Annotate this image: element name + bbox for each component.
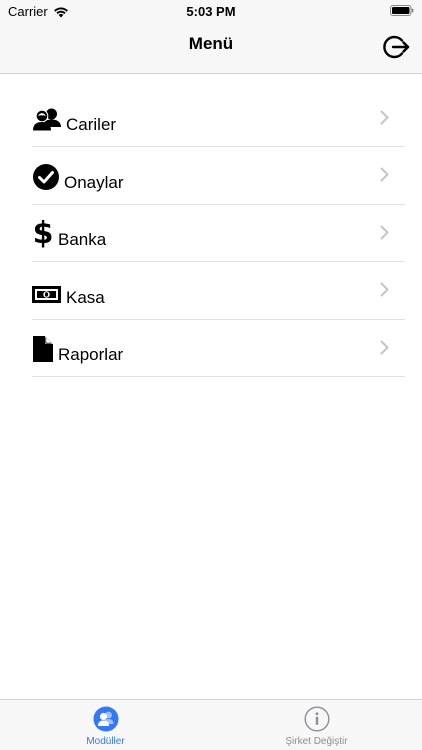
chevron-right-icon	[380, 110, 389, 125]
document-icon	[32, 335, 54, 363]
check-circle-icon	[32, 163, 60, 191]
logout-button[interactable]	[382, 32, 412, 62]
tab-bar: Modüller Şirket Değiştir	[0, 699, 422, 750]
tab-sirket-degistir[interactable]: Şirket Değiştir	[211, 700, 422, 750]
dollar-icon: $	[32, 216, 54, 248]
users-icon	[32, 107, 62, 133]
menu-item-label: Onaylar	[64, 172, 124, 192]
status-time: 5:03 PM	[186, 4, 236, 19]
menu-item-cariler[interactable]: Cariler	[32, 90, 405, 148]
status-bar: Carrier 5:03 PM	[0, 0, 422, 22]
menu-item-onaylar[interactable]: Onaylar	[32, 147, 405, 205]
svg-text:$: $	[33, 216, 54, 248]
info-icon	[303, 706, 330, 732]
app-screen: Carrier 5:03 PM Menü Cariler Onaylar $ B…	[0, 0, 422, 750]
menu-item-label: Raporlar	[58, 344, 124, 364]
menu-item-raporlar[interactable]: Raporlar	[32, 320, 405, 377]
menu-item-label: Kasa	[66, 287, 105, 307]
chevron-right-icon	[380, 282, 389, 297]
battery-icon	[390, 5, 414, 16]
logout-icon	[383, 35, 410, 59]
modules-icon	[93, 706, 118, 732]
menu-list: Cariler Onaylar $ Banka Kasa Raporlar	[32, 90, 405, 377]
money-icon	[32, 284, 62, 306]
menu-item-label: Banka	[58, 230, 107, 250]
menu-item-banka[interactable]: $ Banka	[32, 205, 405, 263]
tab-moduller[interactable]: Modüller	[0, 700, 211, 750]
page-title: Menü	[188, 34, 234, 53]
chevron-right-icon	[380, 167, 389, 182]
menu-item-kasa[interactable]: Kasa	[32, 262, 405, 320]
chevron-right-icon	[380, 225, 389, 240]
tab-label: Şirket Değiştir	[285, 736, 348, 747]
tab-label: Modüller	[86, 736, 125, 747]
navigation-bar: Menü	[0, 22, 422, 74]
menu-item-label: Cariler	[66, 115, 117, 135]
chevron-right-icon	[380, 340, 389, 355]
